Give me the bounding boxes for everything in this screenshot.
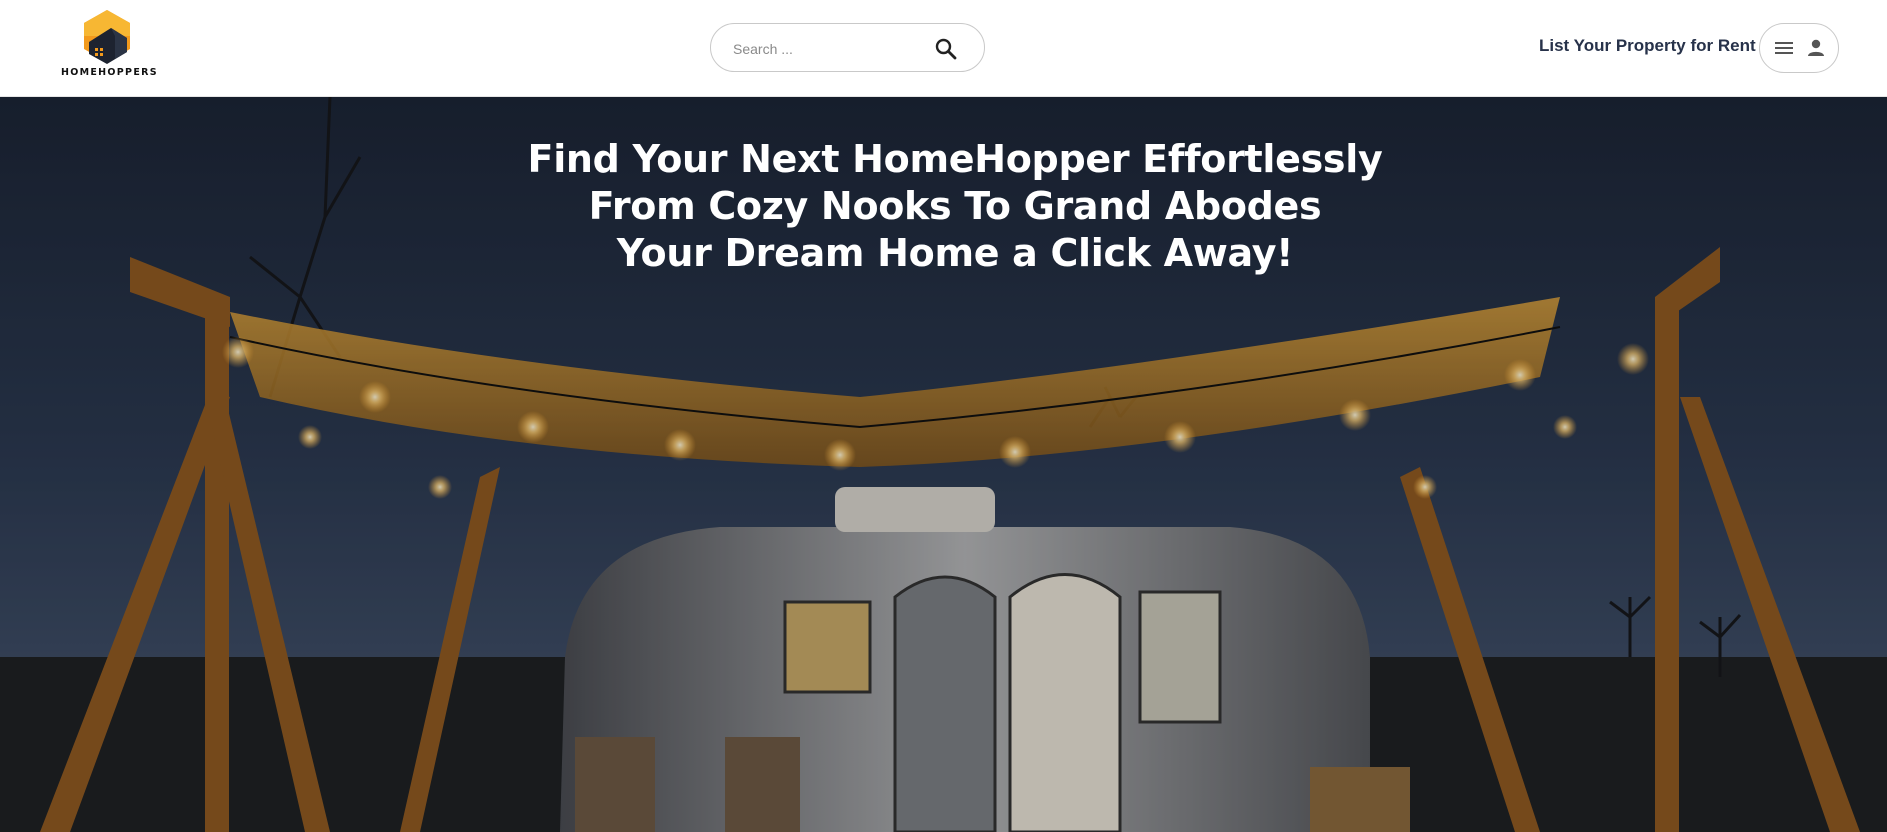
user-menu-button[interactable] bbox=[1759, 23, 1839, 73]
house-hexagon-logo-icon bbox=[84, 10, 130, 64]
brand-logo[interactable]: HOMEHOPPERS bbox=[61, 8, 158, 80]
brand-name: HOMEHOPPERS bbox=[61, 67, 158, 78]
site-header: HOMEHOPPERS List Your Property for Rent bbox=[0, 0, 1887, 97]
list-property-link[interactable]: List Your Property for Rent bbox=[1539, 36, 1756, 56]
hamburger-menu-icon bbox=[1775, 42, 1793, 54]
hero-heading: Find Your Next HomeHopper Effortlessly F… bbox=[0, 136, 1887, 277]
search-icon bbox=[935, 38, 957, 60]
hero-line-2: From Cozy Nooks To Grand Abodes bbox=[588, 184, 1322, 228]
hero-line-1: Find Your Next HomeHopper Effortlessly bbox=[527, 137, 1383, 181]
search-button[interactable] bbox=[933, 36, 959, 62]
hero-line-3: Your Dream Home a Click Away! bbox=[616, 231, 1294, 275]
search-input[interactable] bbox=[731, 37, 925, 61]
user-icon bbox=[1808, 39, 1824, 56]
hero-section: Find Your Next HomeHopper Effortlessly F… bbox=[0, 97, 1887, 832]
search-bar bbox=[710, 23, 985, 72]
